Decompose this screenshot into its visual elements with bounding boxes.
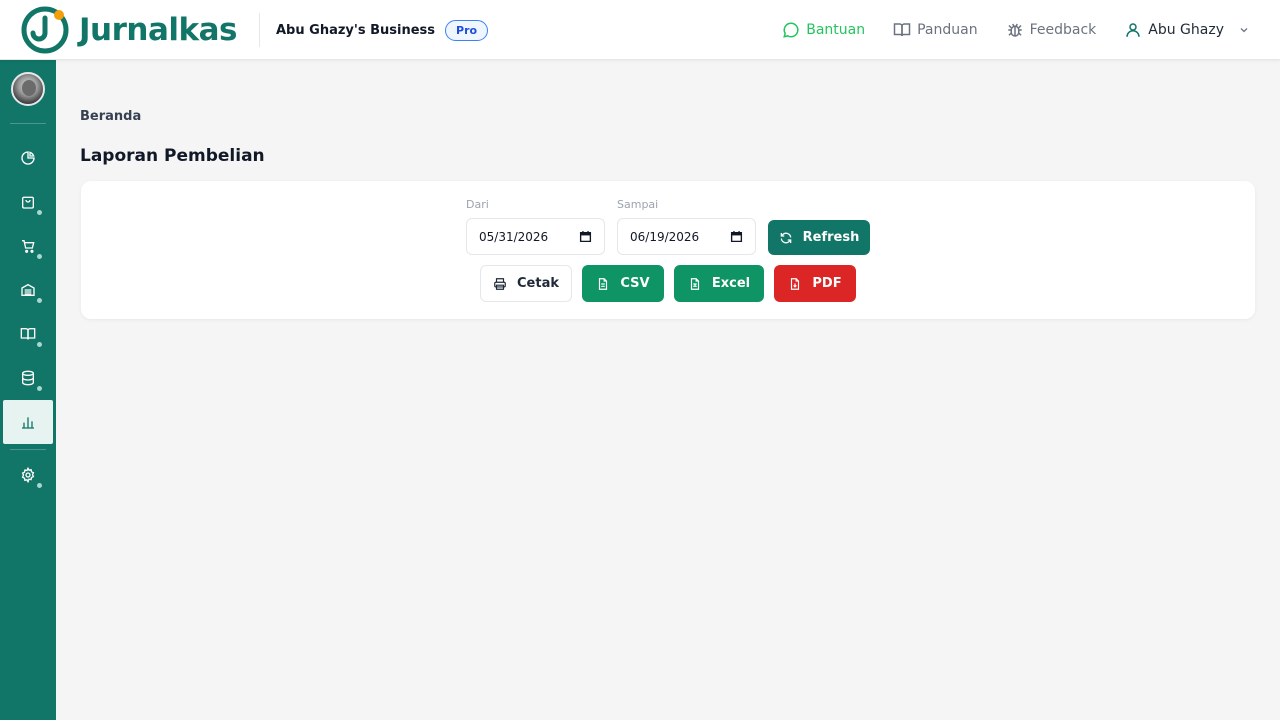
sidebar-item-master-data[interactable]: [3, 356, 53, 400]
chat-bubble-icon: [783, 22, 799, 38]
printer-icon: [494, 277, 506, 290]
user-name: Abu Ghazy: [1148, 22, 1224, 38]
header-divider: [259, 13, 260, 47]
sidebar-item-journal[interactable]: [3, 312, 53, 356]
feedback-link[interactable]: Feedback: [1006, 21, 1097, 39]
to-date-value: 06/19/2026: [630, 229, 700, 244]
calendar-icon[interactable]: [579, 230, 592, 243]
plan-badge: Pro: [445, 19, 489, 41]
sidebar-item-sales[interactable]: [3, 180, 53, 224]
header-nav: Bantuan Panduan Feedback Abu Ghazy: [754, 18, 1250, 42]
feedback-label: Feedback: [1029, 22, 1097, 38]
to-date-input[interactable]: 06/19/2026: [617, 218, 756, 255]
submenu-dot: [37, 386, 42, 391]
app-name: Jurnalkas: [79, 12, 238, 48]
guide-label: Panduan: [917, 22, 978, 38]
inventory-icon: [21, 283, 35, 296]
business-selector[interactable]: Abu Ghazy's Business Pro: [276, 18, 489, 42]
file-download-icon: [791, 277, 800, 290]
cart-icon: [22, 240, 35, 253]
print-button[interactable]: Cetak: [480, 265, 572, 302]
business-name: Abu Ghazy's Business: [276, 22, 436, 38]
sidebar-item-inventory[interactable]: [3, 268, 53, 312]
shopping-bag-icon: [22, 196, 34, 209]
bug-icon: [1007, 23, 1022, 37]
settings-gear-icon: [21, 467, 35, 483]
top-header: Jurnalkas Abu Ghazy's Business Pro Bantu…: [0, 0, 1280, 60]
export-excel-button[interactable]: Excel: [674, 265, 764, 302]
print-label: Cetak: [517, 276, 559, 291]
sidebar-item-purchases[interactable]: [3, 224, 53, 268]
from-date-input[interactable]: 05/31/2026: [466, 218, 605, 255]
excel-label: Excel: [711, 276, 751, 291]
help-label: Bantuan: [806, 22, 866, 38]
breadcrumb[interactable]: Beranda: [80, 109, 141, 124]
submenu-dot: [37, 210, 42, 215]
submenu-dot: [37, 483, 42, 488]
sidebar-divider: [10, 123, 46, 124]
sidebar-item-settings[interactable]: [3, 453, 53, 497]
user-menu[interactable]: Abu Ghazy: [1124, 21, 1250, 39]
book-open-icon: [893, 23, 911, 37]
help-link[interactable]: Bantuan: [782, 21, 865, 39]
sidebar-divider: [10, 449, 46, 450]
export-pdf-button[interactable]: PDF: [774, 265, 856, 302]
avatar[interactable]: [11, 72, 45, 106]
report-filter-card: Dari 05/31/2026 Sampai 06/19/2026 Refres…: [81, 181, 1255, 319]
from-date-label: Dari: [466, 198, 489, 211]
guide-link[interactable]: Panduan: [893, 21, 978, 39]
pdf-label: PDF: [812, 276, 842, 291]
database-icon: [22, 370, 34, 386]
submenu-dot: [37, 254, 42, 259]
jurnalkas-logo-icon: [21, 6, 69, 54]
csv-label: CSV: [620, 276, 650, 291]
book-icon: [20, 328, 36, 340]
refresh-button[interactable]: Refresh: [768, 220, 870, 255]
export-csv-button[interactable]: CSV: [582, 265, 664, 302]
chevron-down-icon: [1240, 28, 1248, 33]
file-spreadsheet-icon: [690, 277, 699, 290]
bar-chart-icon: [22, 417, 34, 429]
submenu-dot: [37, 342, 42, 347]
refresh-label: Refresh: [802, 230, 860, 245]
sidebar-item-reports[interactable]: [3, 400, 53, 444]
app-logo[interactable]: Jurnalkas: [20, 5, 238, 55]
page-title: Laporan Pembelian: [80, 146, 265, 166]
dashboard-pie-icon: [21, 151, 35, 165]
file-text-icon: [599, 277, 608, 290]
sidebar: [0, 60, 56, 720]
calendar-icon[interactable]: [730, 230, 743, 243]
refresh-icon: [780, 232, 791, 243]
submenu-dot: [37, 298, 42, 303]
to-date-label: Sampai: [617, 198, 659, 211]
from-date-value: 05/31/2026: [479, 229, 549, 244]
sidebar-item-dashboard[interactable]: [3, 136, 53, 180]
user-icon: [1126, 23, 1141, 37]
